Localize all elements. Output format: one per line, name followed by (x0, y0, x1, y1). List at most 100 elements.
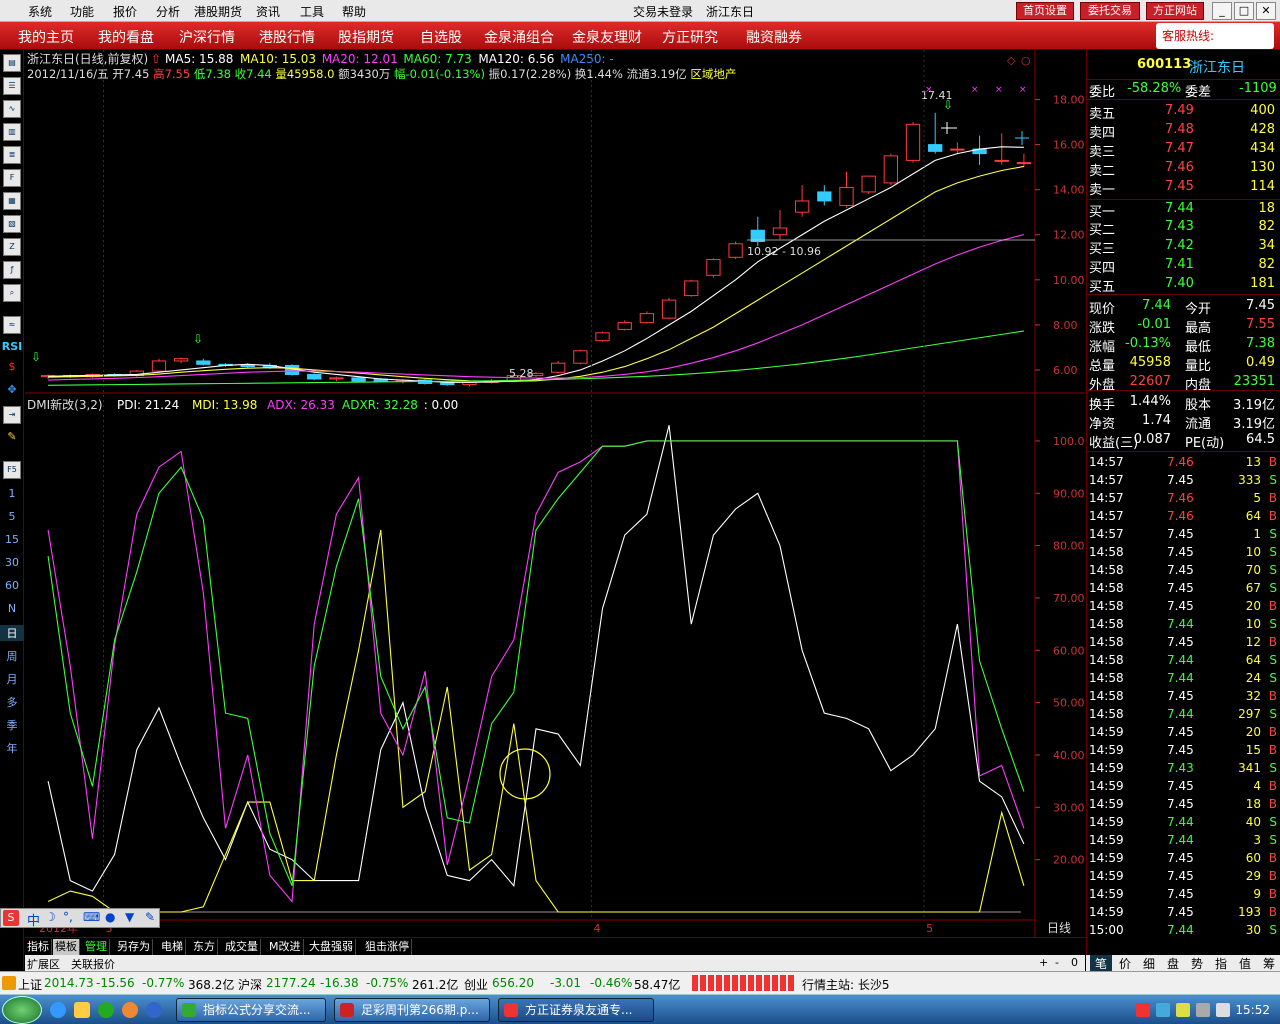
panel-tab-2[interactable]: 细 (1138, 955, 1160, 972)
tab-volume[interactable]: 成交量 (223, 939, 261, 955)
nav-jqy-finance[interactable]: 金泉友理财 (572, 27, 642, 47)
tool-list-icon[interactable]: ☰ (3, 77, 21, 95)
tab-limit-up-sniper[interactable]: 狙击涨停 (363, 939, 412, 955)
sz-label[interactable]: 沪深 (238, 976, 262, 993)
menu-help[interactable]: 帮助 (342, 3, 366, 20)
moon-icon[interactable]: ☽ (45, 910, 56, 924)
tool-rsi[interactable]: RSI (0, 340, 24, 353)
tool-search-icon[interactable]: ⌕ (3, 284, 21, 302)
network-icon[interactable] (1196, 1003, 1210, 1017)
period-1min[interactable]: 1 (0, 487, 24, 500)
task-forum[interactable]: 指标公式分享交流... (176, 998, 326, 1022)
period-day[interactable]: 日 (0, 625, 24, 641)
tool-dollar-icon[interactable]: $ (0, 360, 24, 373)
keyboard-icon[interactable]: ⌨ (83, 910, 100, 924)
menu-info[interactable]: 资讯 (256, 3, 280, 20)
orderbook-row[interactable]: 买三 7.42 34 (1087, 237, 1280, 257)
tool-move-icon[interactable]: ✥ (0, 383, 24, 396)
tool-export-icon[interactable]: ⇥ (3, 406, 21, 424)
tool-f10-icon[interactable]: ▧ (3, 215, 21, 233)
tool-fiz-icon[interactable]: Z (3, 238, 21, 256)
nav-index-futures[interactable]: 股指期货 (338, 27, 394, 47)
extension-area[interactable]: 扩展区 (27, 956, 60, 972)
period-quarter[interactable]: 季 (0, 717, 24, 733)
tool-kline-icon[interactable]: ▥ (3, 123, 21, 141)
ie-icon[interactable] (50, 1002, 66, 1018)
nav-hk-market[interactable]: 港股行情 (259, 27, 315, 47)
panel-tab-3[interactable]: 盘 (1162, 955, 1184, 972)
punct-icon[interactable]: °, (63, 910, 73, 924)
nav-margin[interactable]: 融资融券 (746, 27, 802, 47)
nav-hs-market[interactable]: 沪深行情 (179, 27, 235, 47)
sh-label[interactable]: 上证 (18, 976, 42, 993)
panel-tab-6[interactable]: 值 (1234, 955, 1256, 972)
clock[interactable]: 15:52 (1235, 1003, 1270, 1017)
ime-lang[interactable]: 中 (27, 910, 40, 929)
zoom-reset-button[interactable]: 0 (1071, 956, 1078, 969)
user-icon[interactable]: ● (105, 910, 115, 924)
nav-research[interactable]: 方正研究 (662, 27, 718, 47)
nav-my-home[interactable]: 我的主页 (18, 27, 74, 47)
tool-pen-icon[interactable]: ✎ (0, 430, 24, 443)
tool-quote-icon[interactable]: ▤ (3, 54, 21, 72)
orderbook-row[interactable]: 卖五 7.49 400 (1087, 102, 1280, 122)
period-n[interactable]: N (0, 602, 24, 615)
menu-quote[interactable]: 报价 (113, 3, 137, 20)
cy-label[interactable]: 创业 (464, 976, 488, 993)
tray-icon-1[interactable] (1136, 1003, 1150, 1017)
zoom-out-button[interactable]: - (1055, 956, 1059, 969)
task-pdf[interactable]: 足彩周刊第266期.p... (334, 998, 490, 1022)
orderbook-row[interactable]: 买一 7.44 18 (1087, 199, 1280, 220)
menu-function[interactable]: 功能 (70, 3, 94, 20)
tab-manage[interactable]: 管理 (83, 939, 110, 955)
tool-fx-icon[interactable]: ƒ (3, 261, 21, 279)
tab-indicator[interactable]: 指标 (25, 939, 52, 955)
related-quote[interactable]: 关联报价 (71, 956, 115, 972)
tool-fin-icon[interactable]: F (3, 169, 21, 187)
orderbook-row[interactable]: 卖一 7.45 114 (1087, 178, 1280, 198)
tool-news-icon[interactable]: ≣ (3, 146, 21, 164)
menu-tools[interactable]: 工具 (300, 3, 324, 20)
panel-tab-4[interactable]: 势 (1186, 955, 1208, 972)
diamond-icon[interactable]: ◇ (1007, 54, 1016, 67)
period-15min[interactable]: 15 (0, 533, 24, 546)
tab-market-strength[interactable]: 大盘强弱 (307, 939, 356, 955)
zoom-in-button[interactable]: + (1039, 956, 1048, 969)
tab-elevator[interactable]: 电梯 (159, 939, 186, 955)
circle-icon[interactable]: ○ (1021, 54, 1031, 67)
chart-area[interactable]: 浙江东日(日线,前复权) ⇧ MA5: 15.88 MA10: 15.03 MA20… (25, 50, 1085, 938)
period-week[interactable]: 周 (0, 648, 24, 664)
app-icon-2[interactable] (122, 1002, 138, 1018)
period-30min[interactable]: 30 (0, 556, 24, 569)
app-icon-1[interactable] (98, 1002, 114, 1018)
tab-template[interactable]: 模板 (53, 939, 80, 955)
start-button[interactable] (2, 996, 42, 1024)
period-multi[interactable]: 多 (0, 694, 24, 710)
minimize-icon[interactable]: _ (1212, 2, 1232, 20)
tab-east[interactable]: 东方 (191, 939, 218, 955)
sogou-icon[interactable]: S (3, 910, 19, 926)
volume-icon[interactable] (1216, 1003, 1230, 1017)
ime-toolbar[interactable]: S 中 ☽ °, ⌨ ● ▼ ✎ (0, 908, 160, 929)
orderbook-row[interactable]: 买二 7.43 82 (1087, 218, 1280, 238)
panel-tab-5[interactable]: 指 (1210, 955, 1232, 972)
panel-tab-0[interactable]: 笔 (1090, 955, 1112, 972)
orderbook-row[interactable]: 卖二 7.46 130 (1087, 159, 1280, 179)
tool-indicator-icon[interactable]: ≈ (3, 316, 21, 334)
period-60min[interactable]: 60 (0, 579, 24, 592)
home-settings-button[interactable]: 首页设置 (1016, 2, 1074, 20)
task-founder[interactable]: 方正证券泉友通专... (498, 998, 654, 1022)
period-5min[interactable]: 5 (0, 510, 24, 523)
tray-icon-3[interactable] (1176, 1003, 1190, 1017)
explorer-icon[interactable] (74, 1002, 90, 1018)
menu-hk-futures[interactable]: 港股期货 (194, 3, 242, 20)
tool-doc-icon[interactable]: ▦ (3, 192, 21, 210)
tray-icon-2[interactable] (1156, 1003, 1170, 1017)
tool-f5[interactable]: F5 (3, 461, 21, 479)
wrench-icon[interactable]: ✎ (145, 910, 155, 924)
nav-watchlist[interactable]: 自选股 (420, 27, 462, 47)
app-icon-3[interactable] (146, 1002, 162, 1018)
trade-button[interactable]: 委托交易 (1080, 2, 1140, 20)
skin-icon[interactable]: ▼ (125, 910, 134, 924)
website-button[interactable]: 方正网站 (1146, 2, 1204, 20)
